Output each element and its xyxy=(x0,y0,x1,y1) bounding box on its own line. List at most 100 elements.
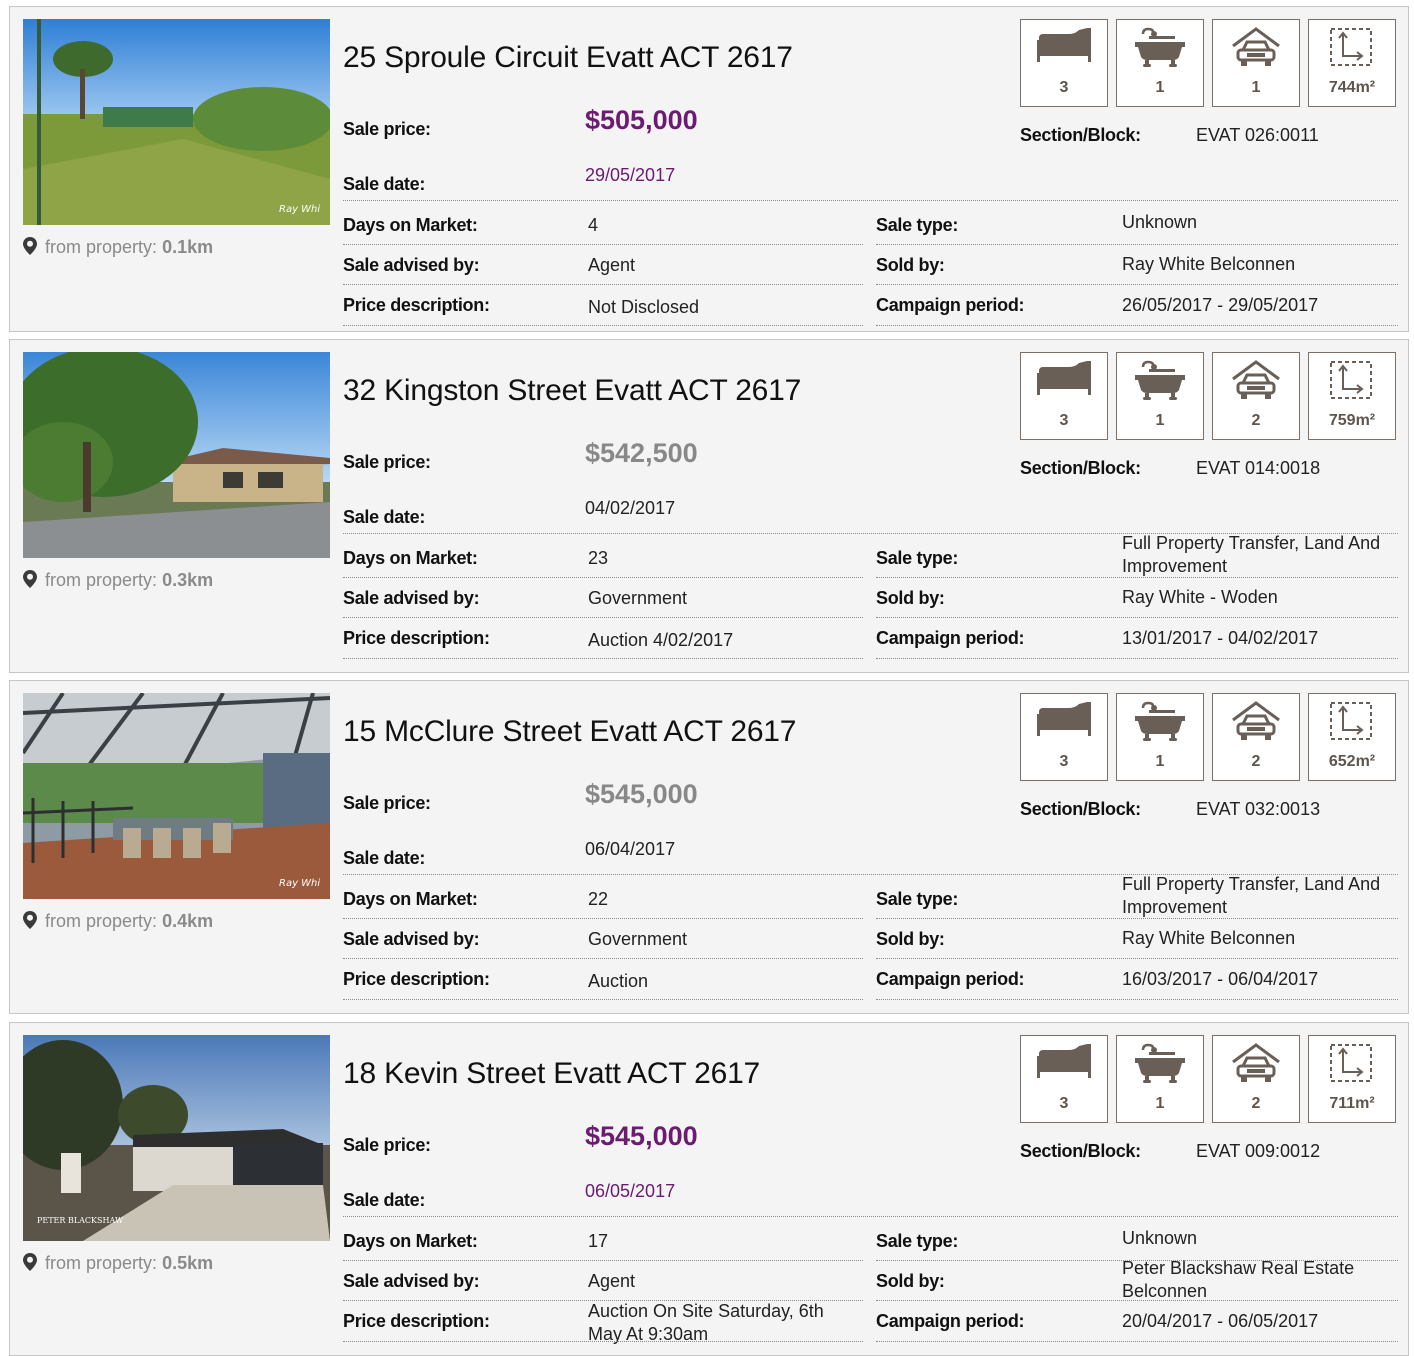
divider xyxy=(343,658,863,659)
property-card-3[interactable]: Ray Whi from property: 0.4km 15 McClure … xyxy=(9,680,1409,1014)
area-unit: m² xyxy=(1355,753,1376,770)
property-address[interactable]: 25 Sproule Circuit Evatt ACT 2617 xyxy=(343,41,793,75)
divider xyxy=(876,958,1398,959)
sold-by-value: Ray White - Woden xyxy=(1122,586,1278,607)
sale-type-value: Full Property Transfer, Land And Improve… xyxy=(1122,533,1381,576)
from-property-label: from property: xyxy=(45,1253,158,1273)
from-property-label: from property: xyxy=(45,911,158,931)
bed-icon xyxy=(1037,1044,1091,1078)
land-size-number: 759 xyxy=(1328,412,1356,429)
bath-icon xyxy=(1135,1043,1185,1083)
sale-advised-by-value: Agent xyxy=(588,1271,636,1291)
bathrooms-count: 1 xyxy=(1155,1095,1165,1112)
price-description-value: Not Disclosed xyxy=(588,296,700,317)
sale-type-label: Sale type: xyxy=(876,215,959,235)
property-photo[interactable] xyxy=(23,352,330,558)
bedrooms-feature: 3 xyxy=(1020,693,1108,781)
map-pin-icon xyxy=(23,570,37,593)
section-block-label: Section/Block: xyxy=(1020,125,1141,145)
bedrooms-feature: 3 xyxy=(1020,352,1108,440)
price-description-label: Price description: xyxy=(343,1311,490,1331)
svg-text:PETER BLACKSHAW: PETER BLACKSHAW xyxy=(37,1216,124,1225)
area-unit: m² xyxy=(1355,412,1376,429)
land-size-value: 744m² xyxy=(1309,79,1395,97)
days-on-market-label: Days on Market: xyxy=(343,215,478,235)
price-description-value: Auction 4/02/2017 xyxy=(588,629,734,650)
bath-icon xyxy=(1135,360,1185,400)
sale-price-value: $542,500 xyxy=(585,438,698,468)
property-card-4[interactable]: PETER BLACKSHAW from property: 0.5km 18 … xyxy=(9,1022,1409,1356)
sale-type-label: Sale type: xyxy=(876,889,959,909)
days-on-market-value: 4 xyxy=(588,215,599,235)
divider xyxy=(876,658,1398,659)
sale-type-value: Full Property Transfer, Land And Improve… xyxy=(1122,874,1381,917)
garage-car-icon xyxy=(1232,360,1280,399)
from-property-label: from property: xyxy=(45,237,158,257)
property-photo[interactable]: PETER BLACKSHAW xyxy=(23,1035,330,1241)
section-block-value: EVAT 026:0011 xyxy=(1196,125,1319,145)
section-block-value: EVAT 014:0018 xyxy=(1196,458,1321,478)
sale-advised-by-label: Sale advised by: xyxy=(343,1271,480,1291)
sale-price-label: Sale price: xyxy=(343,1135,431,1155)
bath-icon xyxy=(1135,27,1185,67)
sold-by-value: Ray White Belconnen xyxy=(1122,927,1296,948)
property-address[interactable]: 32 Kingston Street Evatt ACT 2617 xyxy=(343,374,801,408)
sale-type-value: Unknown xyxy=(1122,211,1198,232)
sale-advised-by-value: Government xyxy=(588,588,688,608)
car-spaces-count: 1 xyxy=(1251,79,1261,96)
sale-date-label: Sale date: xyxy=(343,848,426,868)
divider xyxy=(343,999,863,1000)
divider xyxy=(343,918,863,919)
divider xyxy=(876,999,1398,1000)
divider xyxy=(343,244,863,245)
sale-type-value: Unknown xyxy=(1122,1227,1198,1248)
svg-text:Ray Whi: Ray Whi xyxy=(279,204,320,215)
price-description-label: Price description: xyxy=(343,628,490,648)
distance-row: from property: 0.1km xyxy=(23,237,213,260)
land-size-feature: 652m² xyxy=(1308,693,1396,781)
bed-icon xyxy=(1037,28,1091,62)
section-block-value: EVAT 009:0012 xyxy=(1196,1141,1321,1161)
divider xyxy=(343,577,863,578)
car-spaces-count: 2 xyxy=(1251,412,1261,429)
map-pin-icon xyxy=(23,237,37,260)
sale-price-value: $505,000 xyxy=(585,105,698,135)
bed-icon xyxy=(1037,702,1091,736)
price-description-label: Price description: xyxy=(343,969,490,989)
land-size-number: 711 xyxy=(1329,1095,1356,1112)
sale-date-label: Sale date: xyxy=(343,1190,426,1210)
sold-by-value: Peter Blackshaw Real Estate Belconnen xyxy=(1122,1258,1355,1301)
property-address[interactable]: 18 Kevin Street Evatt ACT 2617 xyxy=(343,1057,760,1091)
sold-by-label: Sold by: xyxy=(876,1271,945,1291)
land-size-value: 652m² xyxy=(1309,753,1395,771)
property-photo[interactable]: Ray Whi xyxy=(23,19,330,225)
section-block-label: Section/Block: xyxy=(1020,1141,1141,1161)
sale-price-label: Sale price: xyxy=(343,793,431,813)
bath-icon xyxy=(1135,701,1185,741)
campaign-period-label: Campaign period: xyxy=(876,1311,1025,1331)
land-size-feature: 759m² xyxy=(1308,352,1396,440)
from-property-label: from property: xyxy=(45,570,158,590)
property-card-1[interactable]: Ray Whi from property: 0.1km 25 Sproule … xyxy=(9,6,1409,332)
sale-date-label: Sale date: xyxy=(343,174,426,194)
price-description-value: Auction On Site Saturday, 6th May At 9:3… xyxy=(588,1301,824,1344)
divider xyxy=(343,1341,863,1342)
divider xyxy=(876,1300,1398,1301)
land-size-feature: 711m² xyxy=(1308,1035,1396,1123)
property-address[interactable]: 15 McClure Street Evatt ACT 2617 xyxy=(343,715,796,749)
sale-advised-by-value: Agent xyxy=(588,255,636,275)
sale-price-label: Sale price: xyxy=(343,119,431,139)
divider xyxy=(876,617,1398,618)
section-block-label: Section/Block: xyxy=(1020,799,1141,819)
distance-value: 0.4km xyxy=(162,911,214,931)
sale-type-label: Sale type: xyxy=(876,1231,959,1251)
price-description-value: Auction xyxy=(588,970,649,991)
property-card-2[interactable]: from property: 0.3km 32 Kingston Street … xyxy=(9,339,1409,673)
bathrooms-feature: 1 xyxy=(1116,352,1204,440)
bedrooms-count: 3 xyxy=(1059,753,1069,770)
property-photo[interactable]: Ray Whi xyxy=(23,693,330,899)
bathrooms-count: 1 xyxy=(1155,753,1165,770)
price-description-label: Price description: xyxy=(343,295,490,315)
campaign-period-value: 26/05/2017 - 29/05/2017 xyxy=(1122,295,1319,315)
days-on-market-value: 23 xyxy=(588,548,609,568)
